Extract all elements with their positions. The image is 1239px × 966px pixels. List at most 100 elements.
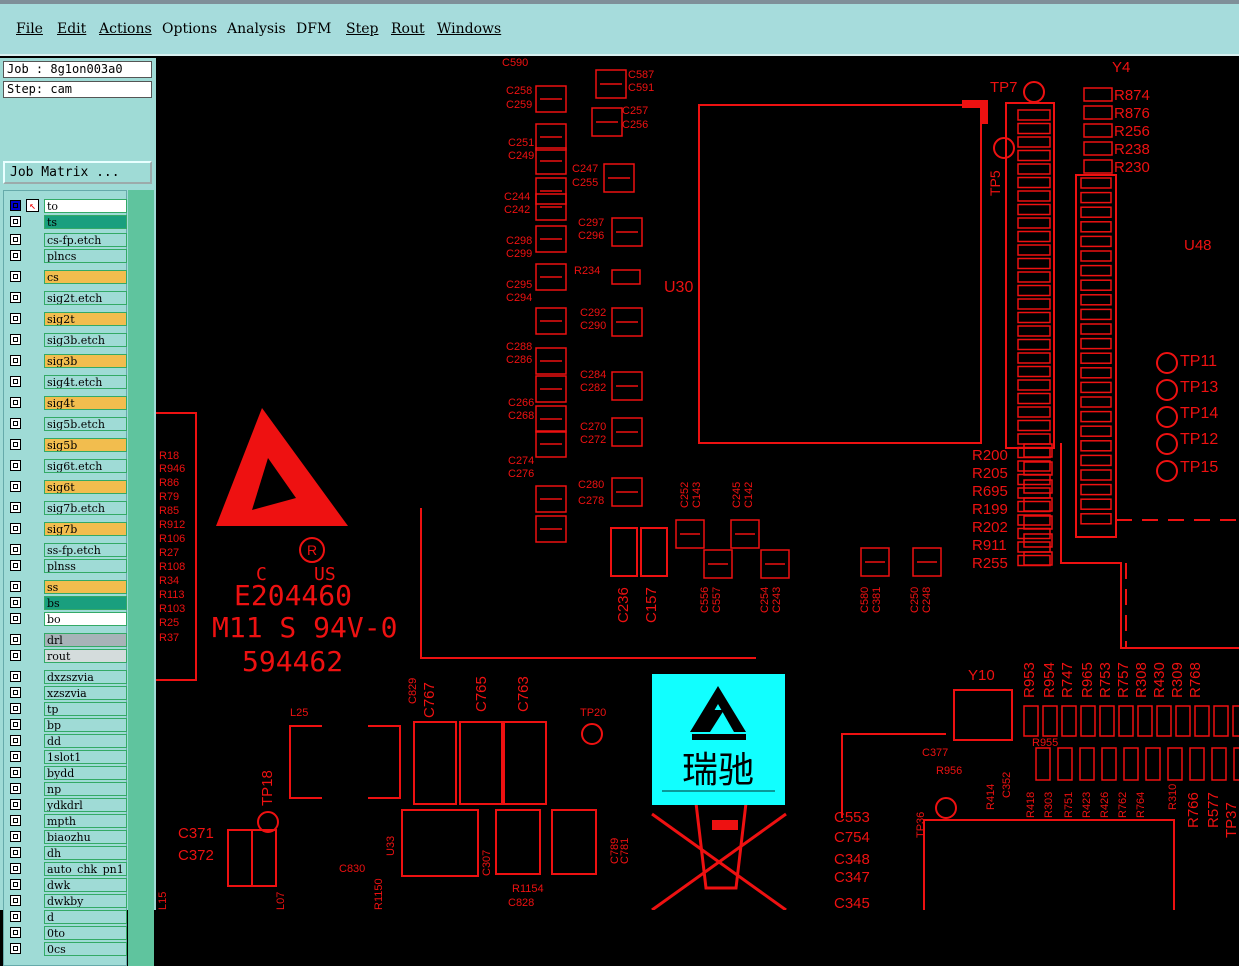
layer-name[interactable]: bo: [44, 612, 127, 626]
layer-checkbox[interactable]: [10, 687, 21, 698]
layer-name[interactable]: biaozhu: [44, 830, 127, 844]
layer-checkbox[interactable]: [10, 560, 21, 571]
layer-name[interactable]: sig2t.etch: [44, 291, 127, 305]
layer-name[interactable]: sig2t: [44, 312, 127, 326]
layer-name[interactable]: ss: [44, 580, 127, 594]
menu-edit[interactable]: Edit: [57, 21, 86, 37]
layer-name[interactable]: sig7b: [44, 522, 127, 536]
layer-list-scrollbar[interactable]: [128, 190, 154, 966]
layer-checkbox[interactable]: [10, 376, 21, 387]
layer-checkbox[interactable]: [10, 831, 21, 842]
layer-checkbox[interactable]: [10, 767, 21, 778]
layer-name[interactable]: dxzszvia: [44, 670, 127, 684]
layer-name[interactable]: mpth: [44, 814, 127, 828]
layer-checkbox[interactable]: [10, 523, 21, 534]
layer-checkbox[interactable]: [10, 719, 21, 730]
arrow-icon[interactable]: ↖: [26, 199, 39, 212]
layer-name[interactable]: sig5b: [44, 438, 127, 452]
menu-dfm[interactable]: DFM: [296, 21, 331, 37]
layer-checkbox[interactable]: [10, 313, 21, 324]
layer-name[interactable]: sig7b.etch: [44, 501, 127, 515]
layer-name[interactable]: dh: [44, 846, 127, 860]
layer-checkbox[interactable]: [10, 334, 21, 345]
layer-checkbox[interactable]: [10, 397, 21, 408]
layer-name[interactable]: auto_chk_pn1: [44, 862, 127, 876]
layer-name[interactable]: sig6t: [44, 480, 127, 494]
menu-actions[interactable]: Actions: [99, 21, 152, 37]
layer-name[interactable]: sig3b: [44, 354, 127, 368]
layer-name[interactable]: dwkby: [44, 894, 127, 908]
layer-checkbox[interactable]: [10, 751, 21, 762]
testpoint-circle: [993, 137, 1015, 159]
layer-name[interactable]: bydd: [44, 766, 127, 780]
layer-name[interactable]: dwk: [44, 878, 127, 892]
layer-checkbox[interactable]: [10, 863, 21, 874]
menu-options[interactable]: Options: [162, 21, 217, 37]
layer-checkbox[interactable]: [10, 200, 21, 211]
layer-checkbox[interactable]: [10, 634, 21, 645]
layer-name[interactable]: bs: [44, 596, 127, 610]
layer-checkbox[interactable]: [10, 597, 21, 608]
layer-name[interactable]: cs: [44, 270, 127, 284]
layer-checkbox[interactable]: [10, 879, 21, 890]
menu-analysis[interactable]: Analysis: [227, 21, 286, 37]
layer-checkbox[interactable]: [10, 418, 21, 429]
menu-step[interactable]: Step: [346, 21, 378, 37]
layer-checkbox[interactable]: [10, 735, 21, 746]
layer-name[interactable]: d: [44, 910, 127, 924]
layer-checkbox[interactable]: [10, 911, 21, 922]
layer-checkbox[interactable]: [10, 895, 21, 906]
layer-checkbox[interactable]: [10, 943, 21, 954]
testpoint-circle: [1156, 406, 1178, 428]
layer-checkbox[interactable]: [10, 502, 21, 513]
layer-checkbox[interactable]: [10, 439, 21, 450]
layer-checkbox[interactable]: [10, 783, 21, 794]
layer-checkbox[interactable]: [10, 481, 21, 492]
layer-checkbox[interactable]: [10, 815, 21, 826]
layer-checkbox[interactable]: [10, 847, 21, 858]
layer-checkbox[interactable]: [10, 250, 21, 261]
layer-name[interactable]: drl: [44, 633, 127, 647]
layer-name[interactable]: to: [44, 199, 127, 213]
layer-checkbox[interactable]: [10, 355, 21, 366]
layer-name[interactable]: np: [44, 782, 127, 796]
menu-windows[interactable]: Windows: [437, 21, 501, 37]
layer-checkbox[interactable]: [10, 613, 21, 624]
layer-name[interactable]: sig6t.etch: [44, 459, 127, 473]
layer-name[interactable]: ydkdrl: [44, 798, 127, 812]
layer-checkbox[interactable]: [10, 581, 21, 592]
pcb-label: C278: [578, 495, 605, 507]
layer-name[interactable]: rout: [44, 649, 127, 663]
layer-checkbox[interactable]: [10, 544, 21, 555]
layer-name[interactable]: 1slot1: [44, 750, 127, 764]
layer-checkbox[interactable]: [10, 234, 21, 245]
layer-checkbox[interactable]: [10, 799, 21, 810]
layer-name[interactable]: 0to: [44, 926, 127, 940]
menu-rout[interactable]: Rout: [391, 21, 425, 37]
pcb-graphic-canvas[interactable]: R C590 C587 C591 C258 C259 C257 C256 C251 C249 C2…: [156, 58, 1239, 910]
layer-name[interactable]: ts: [44, 215, 127, 229]
job-matrix-button[interactable]: Job Matrix ...: [3, 161, 152, 184]
layer-name[interactable]: ss-fp.etch: [44, 543, 127, 557]
layer-name[interactable]: cs-fp.etch: [44, 233, 127, 247]
layer-name[interactable]: sig3b.etch: [44, 333, 127, 347]
layer-checkbox[interactable]: [10, 927, 21, 938]
layer-name[interactable]: tp: [44, 702, 127, 716]
layer-checkbox[interactable]: [10, 650, 21, 661]
layer-name[interactable]: dd: [44, 734, 127, 748]
layer-checkbox[interactable]: [10, 703, 21, 714]
layer-name[interactable]: bp: [44, 718, 127, 732]
layer-checkbox[interactable]: [10, 271, 21, 282]
layer-name[interactable]: sig4t.etch: [44, 375, 127, 389]
layer-name[interactable]: sig4t: [44, 396, 127, 410]
layer-name[interactable]: sig5b.etch: [44, 417, 127, 431]
layer-name[interactable]: xzszvia: [44, 686, 127, 700]
layer-checkbox[interactable]: [10, 292, 21, 303]
layer-checkbox[interactable]: [10, 671, 21, 682]
layer-checkbox[interactable]: [10, 216, 21, 227]
layer-name[interactable]: 0cs: [44, 942, 127, 956]
menu-file[interactable]: File: [16, 21, 43, 37]
layer-checkbox[interactable]: [10, 460, 21, 471]
layer-name[interactable]: plnss: [44, 559, 127, 573]
layer-name[interactable]: plncs: [44, 249, 127, 263]
